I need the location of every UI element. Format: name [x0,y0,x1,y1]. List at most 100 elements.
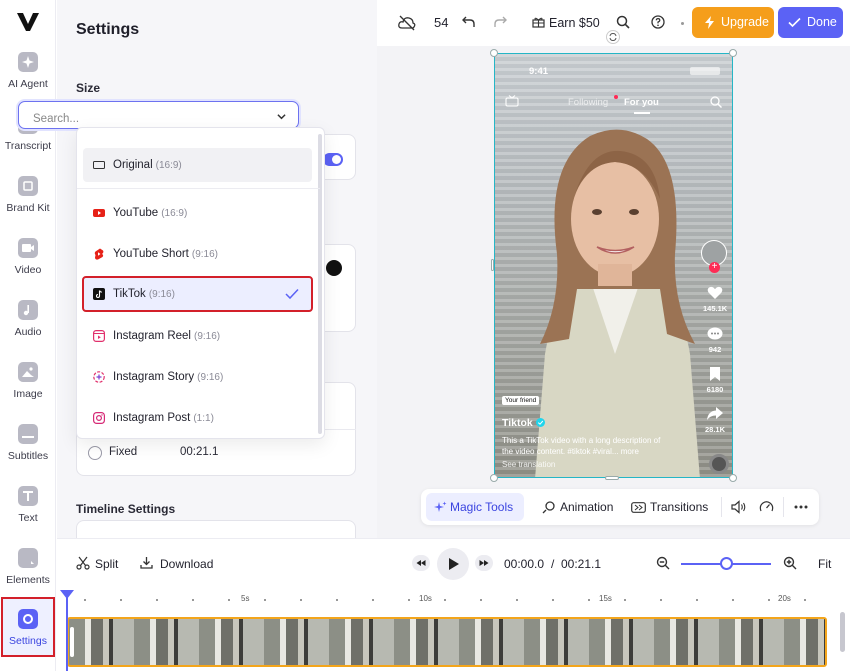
option-ratio: (9:16) [191,249,218,260]
volume-icon[interactable] [731,500,746,514]
resize-handle[interactable] [491,259,494,271]
timeline-tick: 15s [599,594,612,603]
gift-icon [532,17,545,28]
timeline-tick-dot [516,599,518,601]
search-input[interactable] [33,113,253,125]
comment-button[interactable]: 942 [703,327,727,354]
music-icon [18,300,38,320]
size-option-instagram-post[interactable]: Instagram Post (1:1) [83,401,312,435]
cloud-off-icon[interactable] [398,15,416,31]
music-disc-icon [709,454,729,474]
save-button[interactable]: 6180 [703,367,727,394]
resize-handle[interactable] [490,474,498,482]
sparkle-icon [434,501,447,512]
done-button[interactable]: Done [778,7,843,38]
rail-item-label: Transcript [4,140,52,152]
upgrade-button[interactable]: Upgrade [692,7,774,38]
rail-item-subtitles[interactable]: Subtitles [0,424,56,482]
rail-item-text[interactable]: Text [0,486,56,544]
timeline-tick: 10s [419,594,432,603]
rotate-icon[interactable] [606,30,620,44]
size-option-tiktok[interactable]: TikTok (9:16) [82,276,313,312]
share-button[interactable]: 28.1K [703,407,727,434]
redo-icon[interactable] [494,16,507,28]
elements-icon [18,548,38,568]
speed-icon[interactable] [759,500,774,514]
search-icon[interactable] [616,15,630,29]
rail-item-image[interactable]: Image [0,362,56,420]
timeline-tick-dot [696,599,698,601]
veed-logo-icon[interactable] [16,12,40,32]
skip-forward-icon[interactable] [475,555,493,571]
fixed-radio[interactable] [88,446,102,460]
magic-tools-button[interactable]: Magic Tools [426,493,524,521]
zoom-in-icon[interactable] [783,556,797,570]
rail-item-audio[interactable]: Audio [0,300,56,358]
more-options-icon[interactable] [794,505,808,509]
counter: 54 [434,15,449,30]
play-button[interactable] [437,548,469,580]
size-option-instagram-reel[interactable]: Instagram Reel (9:16) [83,319,312,353]
zoom-slider-thumb[interactable] [720,557,733,570]
option-ratio: (9:16) [197,372,224,383]
rail-item-label: Subtitles [7,450,49,462]
animation-button[interactable]: Animation [536,493,613,521]
option-name: TikTok [113,288,146,300]
rail-item-video[interactable]: Video [0,238,56,296]
help-icon[interactable] [651,15,665,29]
see-translation[interactable]: See translation [502,460,555,469]
size-option-original[interactable]: Original (16:9) [83,148,312,182]
setting-toggle[interactable] [323,153,343,166]
video-preview[interactable]: 9:41 Following For you Your friend Tikto… [494,53,733,478]
timeline-tick-dot [84,599,86,601]
fixed-label: Fixed [109,446,138,458]
playhead[interactable] [60,590,74,671]
timeline-scrollbar[interactable] [840,612,845,652]
size-search-select[interactable] [18,101,299,129]
video-username[interactable]: Tiktok [502,417,533,429]
option-ratio: (9:16) [193,331,221,342]
undo-icon[interactable] [462,16,475,28]
scissors-icon[interactable] [76,556,90,570]
download-button[interactable]: Download [160,557,213,571]
timeline-tick-dot [372,599,374,601]
timeline-settings-label: Timeline Settings [76,502,176,516]
tab-following[interactable]: Following [568,97,608,108]
follow-plus-icon[interactable]: + [709,262,720,273]
lightning-icon [705,16,714,29]
download-icon[interactable] [140,556,153,569]
settings-icon [18,609,38,629]
timeline-tick-dot [192,599,194,601]
text-icon [18,486,38,506]
split-button[interactable]: Split [95,557,118,571]
resize-handle[interactable] [605,476,619,480]
earn-button[interactable]: Earn $50 [549,12,600,34]
rail-item-settings[interactable]: Settings [1,597,55,657]
size-option-instagram-story[interactable]: Instagram Story (9:16) [83,360,312,394]
brand-kit-icon [18,176,38,196]
color-swatch[interactable] [326,260,342,276]
resize-handle[interactable] [729,474,737,482]
like-button[interactable]: 145.1K [703,286,727,313]
timeline-tick-dot [228,599,230,601]
page-title: Settings [76,21,140,38]
instagram-icon [93,412,105,424]
resize-handle[interactable] [490,49,498,57]
tab-for-you[interactable]: For you [624,97,659,108]
option-name: Instagram Reel [113,330,191,342]
zoom-out-icon[interactable] [656,556,670,570]
rail-item-brand-kit[interactable]: Brand Kit [0,176,56,234]
fit-button[interactable]: Fit [818,557,831,571]
size-option-youtube-short[interactable]: YouTube Short (9:16) [83,237,312,271]
timeline-tick-dot [660,599,662,601]
resize-handle[interactable] [729,49,737,57]
video-clip[interactable] [67,617,827,667]
skip-back-icon[interactable] [412,555,430,571]
chevron-down-icon[interactable] [277,112,286,121]
transitions-button[interactable]: Transitions [626,493,708,521]
size-label: Size [76,81,101,95]
clip-trim-handle[interactable] [70,627,74,657]
size-option-youtube[interactable]: YouTube (16:9) [83,196,312,230]
search-icon[interactable] [710,96,722,108]
dropdown-scrollbar[interactable] [318,134,322,434]
